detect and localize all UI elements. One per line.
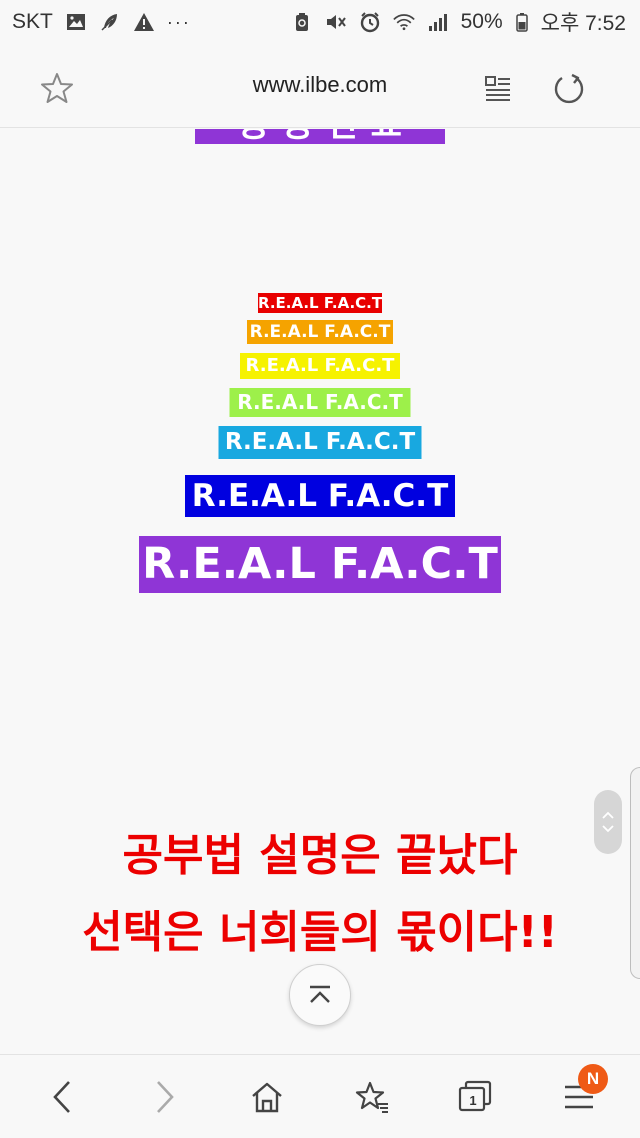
back-button[interactable]	[40, 1075, 84, 1119]
tabs-button[interactable]: 1	[453, 1075, 497, 1119]
fact-line-1: R.E.A.L F.A.C.T	[258, 293, 383, 313]
reader-mode-icon	[485, 76, 510, 101]
notification-badge: N	[578, 1064, 608, 1094]
back-arrow-icon	[53, 1081, 70, 1113]
partial-heading-banner: 공·공·인·표	[195, 129, 445, 144]
carrier-label: SKT	[12, 10, 53, 33]
bookmarks-button[interactable]	[350, 1075, 394, 1119]
status-left: SKT ···	[12, 10, 191, 34]
more-dots-icon: ···	[166, 11, 191, 32]
scroll-top-icon	[310, 985, 330, 1003]
status-bar: SKT ··· 50% 오후 7:52	[0, 0, 640, 44]
fact-line-3: R.E.A.L F.A.C.T	[240, 353, 400, 379]
forward-button[interactable]	[143, 1075, 187, 1119]
url-field[interactable]: www.ilbe.com	[0, 72, 640, 98]
fact-line-2: R.E.A.L F.A.C.T	[247, 320, 393, 344]
fact-line-5: R.E.A.L F.A.C.T	[218, 426, 422, 459]
forward-arrow-icon	[157, 1081, 174, 1113]
reload-button[interactable]	[549, 68, 589, 108]
wifi-icon	[392, 11, 415, 33]
fact-line-6: R.E.A.L F.A.C.T	[185, 475, 455, 517]
recycle-battery-icon	[291, 11, 313, 33]
red-text-line-1: 공부법 설명은 끝났다	[122, 830, 518, 881]
fact-line-4: R.E.A.L F.A.C.T	[229, 388, 411, 417]
bottom-toolbar: 1	[0, 1054, 640, 1138]
edge-panel-handle[interactable]	[630, 767, 640, 979]
battery-percent: 50%	[460, 10, 503, 33]
signal-icon	[427, 11, 449, 33]
scroll-to-top-button[interactable]	[289, 964, 351, 1026]
url-bar: www.ilbe.com	[0, 44, 640, 128]
feather-icon	[99, 11, 121, 33]
fast-scroll-handle[interactable]	[594, 790, 622, 854]
home-button[interactable]	[245, 1075, 289, 1119]
clock: 오후 7:52	[540, 12, 626, 35]
warning-icon	[133, 11, 155, 33]
home-icon	[252, 1082, 282, 1113]
mute-icon	[325, 11, 347, 33]
partial-heading-text: 공·공·인·표	[195, 129, 445, 142]
reader-mode-button[interactable]	[478, 68, 518, 108]
fact-line-7: R.E.A.L F.A.C.T	[139, 536, 501, 593]
reload-icon	[554, 73, 584, 104]
tabs-count: 1	[469, 1093, 477, 1108]
red-text-line-2: 선택은 너희들의 몫이다!!	[82, 907, 558, 958]
chevron-down-icon	[602, 825, 614, 833]
chevron-up-icon	[602, 811, 614, 819]
battery-icon	[515, 11, 529, 33]
bookmarks-star-list-icon	[355, 1081, 388, 1113]
image-icon	[65, 11, 87, 33]
status-right: 50% 오후 7:52	[291, 7, 626, 37]
page-content: 공·공·인·표 R.E.A.L F.A.C.T R.E.A.L F.A.C.T …	[0, 129, 640, 1054]
alarm-icon	[359, 11, 381, 33]
